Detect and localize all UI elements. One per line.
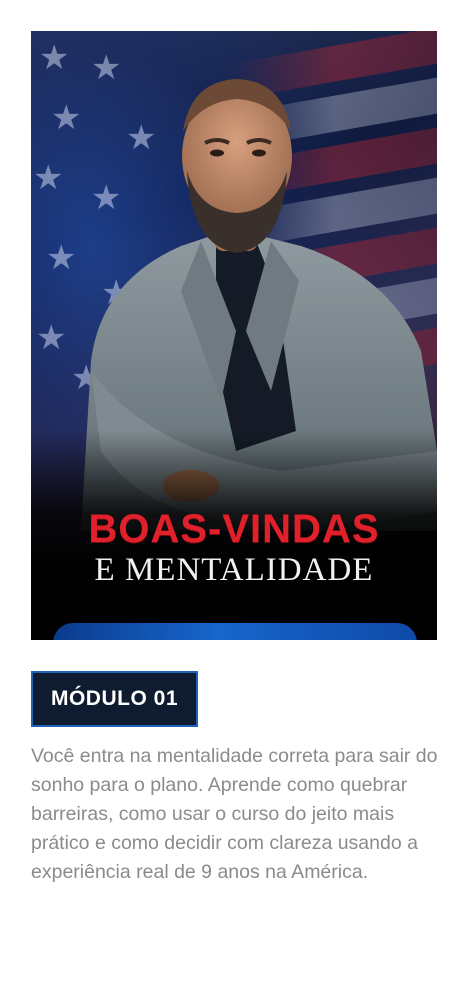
cover-blue-bar <box>53 623 417 640</box>
module-description: Você entra na mentalidade correta para s… <box>31 745 438 883</box>
cover-title-line1: BOAS-VINDAS <box>88 507 380 551</box>
module-cover-image[interactable]: ★ ★ ★ ★ ★ ★ ★ ★ ★ ★ BOAS-VINDAS E MENTAL… <box>31 31 437 640</box>
module-badge: MÓDULO 01 <box>31 671 198 727</box>
cover-title: BOAS-VINDAS E MENTALIDADE <box>31 507 437 589</box>
module-label: MÓDULO 01 <box>50 687 178 710</box>
cover-title-line2: E MENTALIDADE <box>94 552 374 588</box>
